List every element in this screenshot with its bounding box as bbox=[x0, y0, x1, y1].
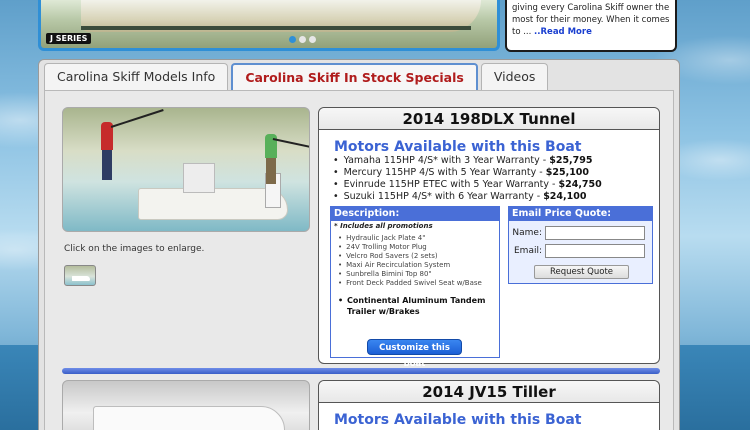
name-input[interactable] bbox=[545, 226, 645, 240]
boat-photo-main[interactable] bbox=[62, 107, 310, 232]
promotion-item: Sunbrella Bimini Top 80" bbox=[346, 270, 499, 279]
includes-note: * Includes all promotions bbox=[334, 222, 433, 230]
name-row: Name: bbox=[509, 226, 654, 240]
slide-dot-2[interactable] bbox=[299, 36, 306, 43]
promotion-item: Front Deck Padded Swivel Seat w/Base bbox=[346, 279, 499, 288]
series-tag: J SERIES bbox=[46, 33, 92, 44]
quote-heading: Email Price Quote: bbox=[509, 207, 652, 221]
listing-detail-card-2: 2014 JV15 Tiller Motors Available with t… bbox=[318, 380, 660, 430]
tab-bar: Carolina Skiff Models Info Carolina Skif… bbox=[44, 63, 549, 91]
motor-price: $24,750 bbox=[558, 179, 602, 190]
customize-boat-button[interactable]: Customize this boat bbox=[367, 339, 462, 369]
read-more-link[interactable]: ..Read More bbox=[534, 27, 592, 37]
motor-price: $25,795 bbox=[549, 155, 593, 166]
motor-option: Mercury 115HP 4/S with 5 Year Warranty -… bbox=[333, 167, 602, 179]
tab-content: Click on the images to enlarge. 2014 198… bbox=[44, 90, 674, 430]
motor-price: $25,100 bbox=[545, 167, 590, 178]
motor-option: Evinrude 115HP ETEC with 5 Year Warranty… bbox=[333, 179, 602, 191]
promotion-item: 24V Trolling Motor Plug bbox=[346, 243, 499, 252]
email-label: Email: bbox=[513, 246, 542, 256]
photo-console bbox=[183, 163, 215, 193]
listing-detail-card: 2014 198DLX Tunnel Motors Available with… bbox=[318, 107, 660, 369]
main-panel: Carolina Skiff Models Info Carolina Skif… bbox=[38, 59, 680, 430]
tab-in-stock-specials[interactable]: Carolina Skiff In Stock Specials bbox=[231, 63, 478, 91]
promotion-item: Velcro Rod Savers (2 sets) bbox=[346, 252, 499, 261]
tab-models-info[interactable]: Carolina Skiff Models Info bbox=[44, 63, 229, 91]
enlarge-hint: Click on the images to enlarge. bbox=[64, 244, 205, 254]
photo-angler-1-legs bbox=[102, 150, 112, 180]
description-heading: Description: bbox=[331, 207, 499, 221]
motor-list: Yamaha 115HP 4/S* with 3 Year Warranty -… bbox=[333, 155, 602, 203]
tab-videos[interactable]: Videos bbox=[480, 63, 549, 91]
email-quote-box: Email Price Quote: Name: Email: Request … bbox=[508, 206, 653, 284]
banner-slideshow[interactable]: J SERIES bbox=[38, 0, 500, 51]
description-box: Description: * Includes all promotions H… bbox=[330, 206, 500, 369]
email-input[interactable] bbox=[545, 244, 645, 258]
slide-dots bbox=[289, 36, 316, 43]
slide-dot-1[interactable] bbox=[289, 36, 296, 43]
boat-photo-second[interactable] bbox=[62, 380, 310, 430]
name-label: Name: bbox=[512, 228, 542, 238]
listing-divider bbox=[62, 368, 660, 374]
photo-rod-1 bbox=[110, 109, 164, 128]
promotion-item: Maxi Air Recirculation System bbox=[346, 261, 499, 270]
motor-price: $24,100 bbox=[543, 191, 587, 202]
banner-boat-stripe bbox=[81, 26, 471, 30]
slide-dot-3[interactable] bbox=[309, 36, 316, 43]
teaser-box: giving every Carolina Skiff owner the mo… bbox=[505, 0, 677, 52]
motors-heading-2: Motors Available with this Boat bbox=[334, 412, 582, 428]
listing-title-2: 2014 JV15 Tiller bbox=[319, 381, 659, 403]
request-quote-button[interactable]: Request Quote bbox=[534, 265, 629, 279]
boat-thumbnail[interactable] bbox=[64, 265, 96, 286]
motor-option: Yamaha 115HP 4/S* with 3 Year Warranty -… bbox=[333, 155, 602, 167]
promotion-list: Hydraulic Jack Plate 4" 24V Trolling Mot… bbox=[331, 234, 499, 288]
promotion-item: Hydraulic Jack Plate 4" bbox=[346, 234, 499, 243]
trailer-item: Continental Aluminum Tandem Trailer w/Br… bbox=[331, 295, 499, 317]
motors-heading: Motors Available with this Boat bbox=[334, 139, 582, 155]
photo-angler-2-legs bbox=[266, 158, 276, 184]
email-row: Email: bbox=[509, 244, 654, 258]
motor-option: Suzuki 115HP 4/S* with 6 Year Warranty -… bbox=[333, 191, 602, 203]
photo-rod-2 bbox=[272, 138, 309, 150]
listing-title: 2014 198DLX Tunnel bbox=[319, 108, 659, 130]
